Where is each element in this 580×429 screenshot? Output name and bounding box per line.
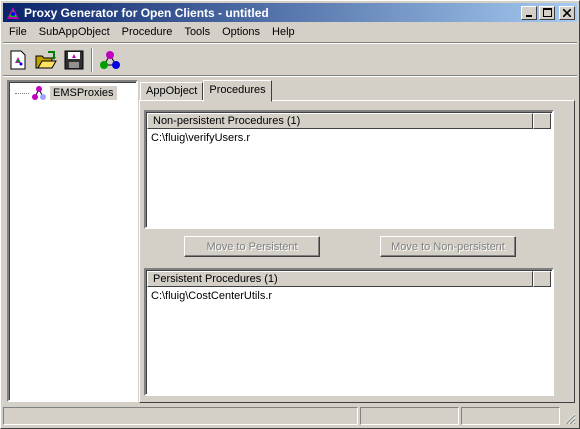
appobject-button[interactable] <box>97 47 123 73</box>
project-tree[interactable]: EMSProxies <box>7 80 138 402</box>
maximize-icon <box>542 8 552 17</box>
minimize-icon <box>526 14 532 17</box>
toolbar-divider-bottom <box>3 75 577 77</box>
resize-grip-icon[interactable] <box>564 413 576 425</box>
status-pane-3 <box>461 407 560 425</box>
menu-help[interactable]: Help <box>266 23 301 41</box>
tree-node-label: EMSProxies <box>50 86 117 100</box>
minimize-button[interactable] <box>521 5 537 20</box>
save-disk-icon <box>64 50 84 70</box>
new-project-button[interactable] <box>5 47 31 73</box>
appobject-icon <box>32 86 46 100</box>
column-header-filler <box>533 113 551 129</box>
close-icon <box>563 8 571 17</box>
status-bar <box>3 407 577 426</box>
list-header: Non-persistent Procedures (1) <box>147 113 551 129</box>
tree-connector <box>15 92 29 94</box>
maximize-button[interactable] <box>539 5 555 20</box>
title-bar[interactable]: Proxy Generator for Open Clients - untit… <box>3 3 577 22</box>
persistent-column-header[interactable]: Persistent Procedures (1) <box>147 271 534 287</box>
main-window: Proxy Generator for Open Clients - untit… <box>0 0 580 429</box>
tab-procedures[interactable]: Procedures <box>203 80 272 102</box>
tab-strip: AppObject Procedures <box>140 80 272 102</box>
save-button[interactable] <box>61 47 87 73</box>
open-folder-icon <box>35 51 57 69</box>
menu-procedure[interactable]: Procedure <box>116 23 179 41</box>
list-header: Persistent Procedures (1) <box>147 271 551 287</box>
persistent-list[interactable]: Persistent Procedures (1) C:\fluig\CostC… <box>144 268 554 396</box>
column-header-filler <box>533 271 551 287</box>
menu-file[interactable]: File <box>3 23 33 41</box>
menu-subappobject[interactable]: SubAppObject <box>33 23 116 41</box>
status-pane-2 <box>360 407 459 425</box>
list-item[interactable]: C:\fluig\verifyUsers.r <box>151 132 250 144</box>
list-item[interactable]: C:\fluig\CostCenterUtils.r <box>151 290 272 302</box>
tab-appobject[interactable]: AppObject <box>140 82 204 101</box>
non-persistent-column-header[interactable]: Non-persistent Procedures (1) <box>147 113 534 129</box>
menu-options[interactable]: Options <box>216 23 266 41</box>
non-persistent-list[interactable]: Non-persistent Procedures (1) C:\fluig\v… <box>144 110 554 229</box>
status-pane-main <box>3 407 358 425</box>
appobject-icon <box>100 51 120 69</box>
close-button[interactable] <box>559 5 575 20</box>
toolbar <box>5 46 125 74</box>
toolbar-divider-top <box>3 42 577 44</box>
move-to-non-persistent-button[interactable]: Move to Non-persistent <box>380 236 516 257</box>
menu-bar: File SubAppObject Procedure Tools Option… <box>3 23 301 41</box>
open-button[interactable] <box>33 47 59 73</box>
new-project-icon <box>10 50 26 70</box>
move-to-persistent-button[interactable]: Move to Persistent <box>184 236 320 257</box>
window-title: Proxy Generator for Open Clients - untit… <box>24 5 269 20</box>
tree-node-emsproxies[interactable]: EMSProxies <box>15 85 117 101</box>
app-icon <box>7 6 19 19</box>
menu-tools[interactable]: Tools <box>178 23 216 41</box>
toolbar-separator <box>91 48 93 72</box>
